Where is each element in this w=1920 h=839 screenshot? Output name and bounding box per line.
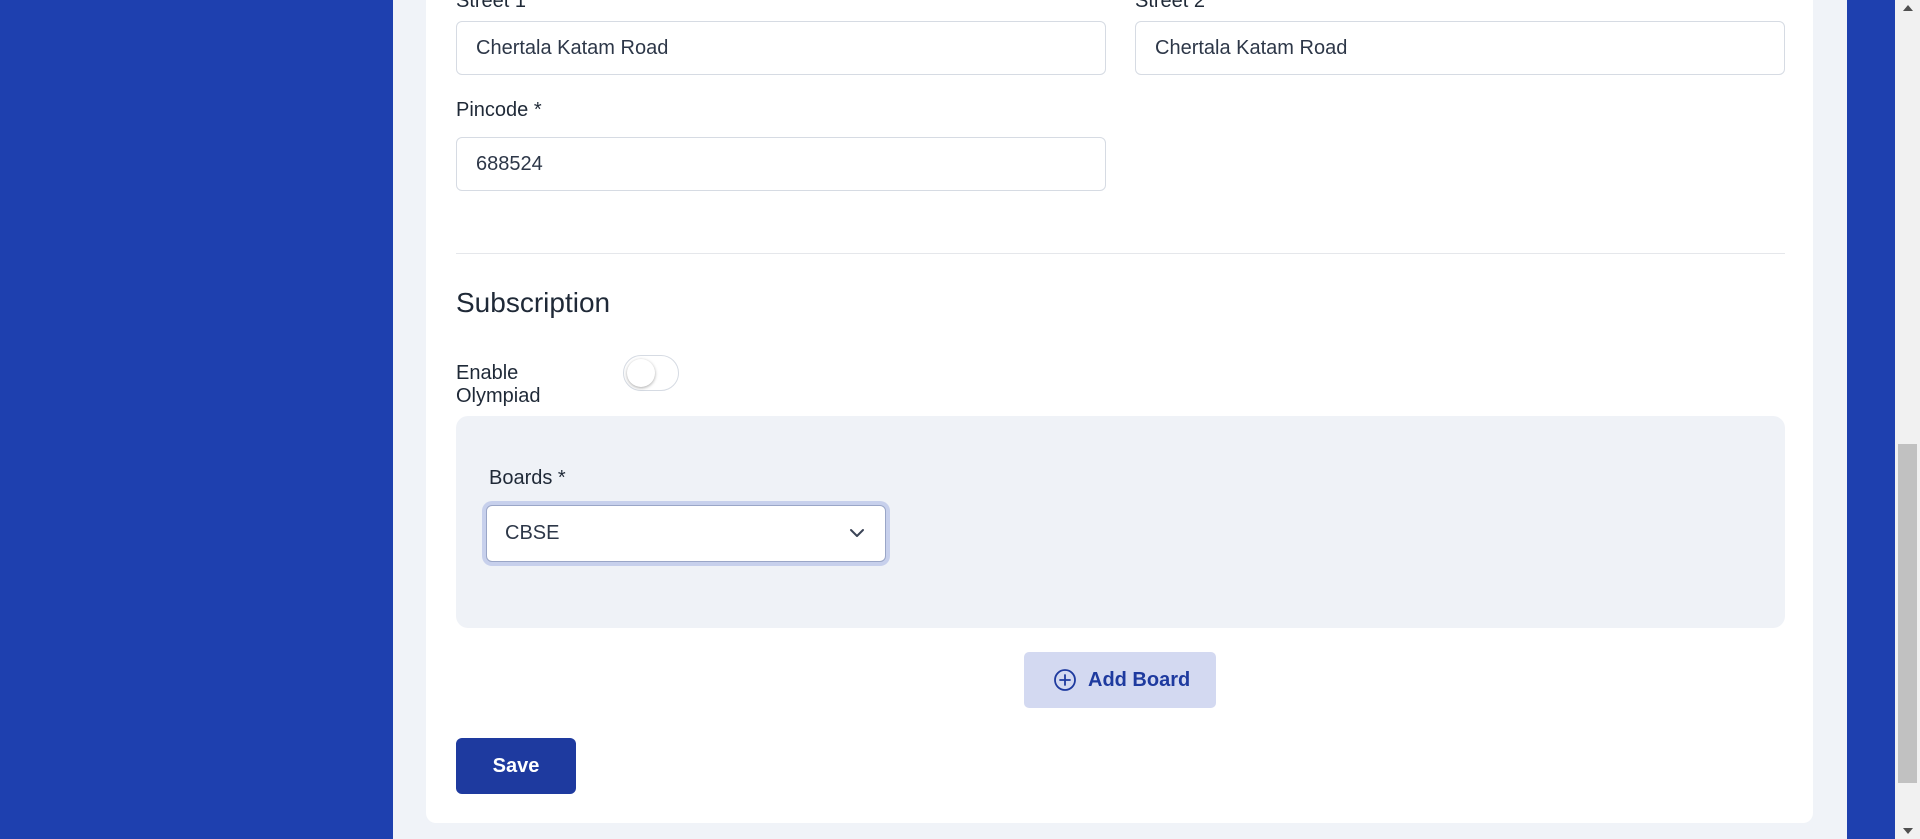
add-board-label: Add Board [1088, 669, 1191, 691]
add-board-button[interactable]: Add Board [1024, 652, 1216, 708]
street1-label: Street 1 [456, 0, 527, 12]
pincode-input[interactable] [456, 137, 1106, 191]
olympiad-toggle-label: Enable Olympiad [456, 362, 541, 407]
boards-selected-value: CBSE [505, 522, 560, 544]
save-button-label: Save [492, 755, 540, 777]
vertical-scrollbar[interactable] [1895, 0, 1920, 839]
scroll-down-arrow-icon[interactable] [1903, 828, 1913, 834]
boards-panel: Boards * CBSE [456, 416, 1785, 628]
plus-circle-icon [1054, 669, 1076, 691]
street1-input[interactable] [456, 21, 1106, 75]
section-title: Subscription [456, 287, 611, 318]
boards-select[interactable]: CBSE [486, 505, 886, 562]
section-divider [456, 253, 1785, 254]
pincode-label: Pincode * [456, 99, 542, 121]
scroll-up-arrow-icon[interactable] [1903, 5, 1913, 11]
save-button[interactable]: Save [456, 738, 576, 794]
olympiad-toggle[interactable] [623, 355, 679, 391]
toggle-knob [627, 359, 655, 387]
boards-label: Boards * [489, 467, 566, 489]
street2-input[interactable] [1135, 21, 1785, 75]
chevron-down-icon [850, 529, 864, 537]
street2-label: Street 2 [1135, 0, 1206, 12]
scroll-thumb[interactable] [1898, 444, 1917, 783]
